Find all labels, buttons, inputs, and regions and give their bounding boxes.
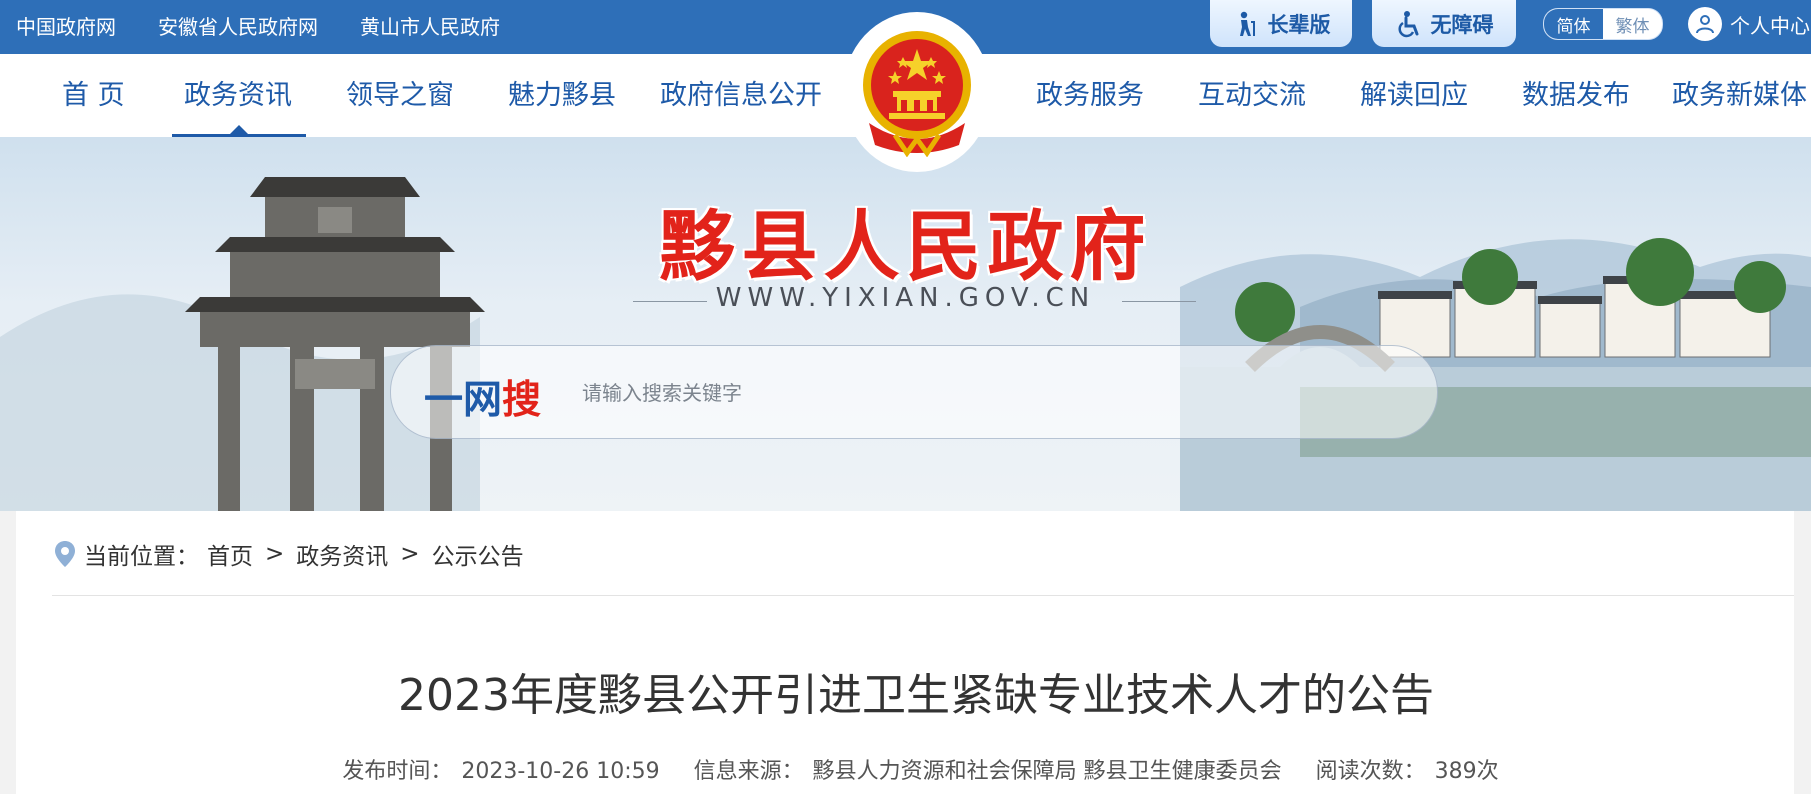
nav-item-data-release[interactable]: 数据发布 bbox=[1522, 54, 1630, 137]
nav-active-caret bbox=[229, 125, 249, 135]
user-icon bbox=[1688, 7, 1722, 41]
info-source-label: 信息来源： bbox=[693, 759, 804, 784]
breadcrumb-home[interactable]: 首页 bbox=[207, 537, 253, 571]
article-meta: 发布时间： 2023-10-26 10:59 信息来源： 黟县人力资源和社会保障局 … bbox=[16, 753, 1811, 785]
info-source-value: 黟县人力资源和社会保障局 黟县卫生健康委员会 bbox=[812, 759, 1282, 784]
link-huangshan-gov[interactable]: 黄山市人民政府 bbox=[360, 11, 500, 40]
location-pin-icon bbox=[55, 541, 75, 567]
nav-item-home[interactable]: 首 页 bbox=[62, 54, 125, 137]
user-center-label: 个人中心 bbox=[1730, 13, 1810, 38]
url-line-right bbox=[1122, 301, 1196, 302]
nav-item-new-media[interactable]: 政务新媒体 bbox=[1672, 54, 1807, 137]
breadcrumb-news[interactable]: 政务资讯 bbox=[296, 537, 388, 571]
emblem-container bbox=[843, 12, 991, 172]
accessibility-button[interactable]: 无障碍 bbox=[1372, 0, 1516, 47]
info-source: 信息来源： 黟县人力资源和社会保障局 黟县卫生健康委员会 bbox=[685, 759, 1282, 784]
nav-item-services[interactable]: 政务服务 bbox=[1036, 54, 1144, 137]
language-toggle: 简体 繁体 bbox=[1543, 8, 1663, 40]
elder-mode-button[interactable]: 长辈版 bbox=[1210, 0, 1352, 47]
breadcrumb-notices[interactable]: 公示公告 bbox=[432, 537, 524, 571]
elder-person-icon bbox=[1239, 11, 1255, 36]
breadcrumb: 当前位置： 首页 > 政务资讯 > 公示公告 bbox=[54, 537, 524, 571]
nav-item-info-disclosure[interactable]: 政府信息公开 bbox=[660, 54, 822, 137]
site-url: WWW.YIXIAN.GOV.CN bbox=[715, 283, 1096, 313]
publish-time-label: 发布时间： bbox=[342, 759, 453, 784]
lang-traditional-button[interactable]: 繁体 bbox=[1603, 9, 1662, 39]
publish-time-value: 2023-10-26 10:59 bbox=[461, 759, 660, 784]
lang-simplified-button[interactable]: 简体 bbox=[1544, 9, 1603, 39]
nav-item-charm-yixian[interactable]: 魅力黟县 bbox=[508, 54, 616, 137]
wheelchair-icon bbox=[1397, 10, 1418, 37]
breadcrumb-prefix: 当前位置： bbox=[84, 544, 199, 570]
content-panel: 当前位置： 首页 > 政务资讯 > 公示公告 2023年度黟县公开引进卫生紧缺专… bbox=[16, 511, 1794, 794]
elder-mode-label: 长辈版 bbox=[1267, 12, 1331, 37]
nav-item-interaction[interactable]: 互动交流 bbox=[1198, 54, 1306, 137]
search-label-red: 搜 bbox=[502, 378, 542, 423]
article-title: 2023年度黟县公开引进卫生紧缺专业技术人才的公告 bbox=[398, 670, 1434, 721]
top-links: 中国政府网 安徽省人民政府网 黄山市人民政府 bbox=[16, 0, 542, 50]
nav-item-leaders[interactable]: 领导之窗 bbox=[346, 54, 454, 137]
view-count: 阅读次数： 389次 bbox=[1307, 759, 1499, 784]
hero-banner: 黟县人民政府 WWW.YIXIAN.GOV.CN 一网搜 bbox=[0, 137, 1811, 511]
view-count-value: 389次 bbox=[1434, 759, 1499, 784]
nav-item-interpretation[interactable]: 解读回应 bbox=[1360, 54, 1468, 137]
search-label-blue: 一网 bbox=[424, 378, 503, 423]
search-brand-label: 一网搜 bbox=[424, 369, 541, 425]
breadcrumb-separator: > bbox=[265, 541, 285, 567]
accessibility-label: 无障碍 bbox=[1430, 12, 1494, 37]
user-center-link[interactable]: 个人中心 bbox=[1688, 0, 1810, 48]
view-count-label: 阅读次数： bbox=[1315, 759, 1426, 784]
national-emblem-icon bbox=[863, 31, 971, 157]
link-gov-cn[interactable]: 中国政府网 bbox=[16, 11, 116, 40]
publish-time: 发布时间： 2023-10-26 10:59 bbox=[333, 759, 659, 784]
link-anhui-gov[interactable]: 安徽省人民政府网 bbox=[158, 11, 318, 40]
breadcrumb-separator: > bbox=[400, 541, 420, 567]
site-title: 黟县人民政府 bbox=[659, 202, 1152, 291]
search-input[interactable] bbox=[580, 367, 1264, 419]
breadcrumb-divider bbox=[52, 595, 1794, 596]
